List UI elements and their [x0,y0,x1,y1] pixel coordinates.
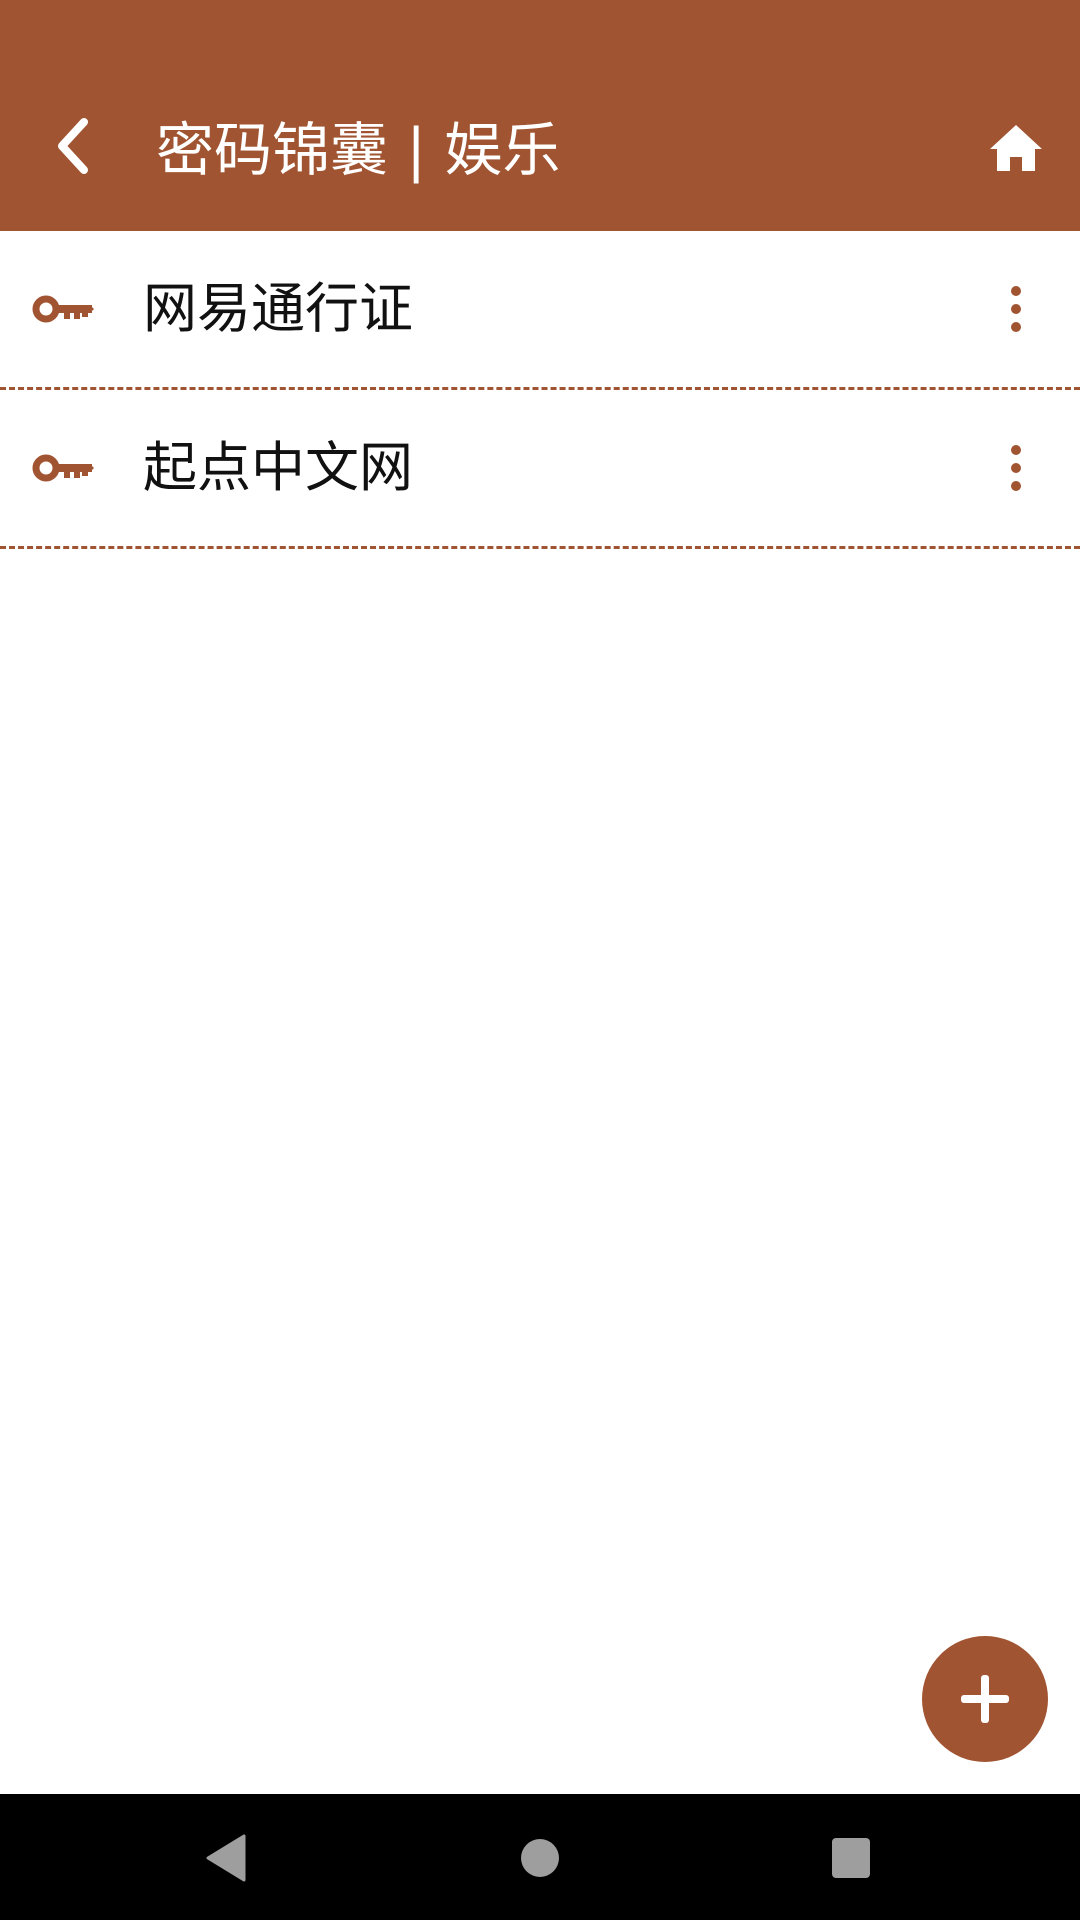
app-bar: 密码锦囊 | 娱乐 [0,0,1080,231]
back-button[interactable] [44,104,104,188]
key-icon [32,295,94,323]
triangle-back-icon[interactable] [204,1834,248,1882]
list-item[interactable]: 网易通行证 [0,231,1080,390]
password-list: 网易通行证 起点中文网 [0,231,1080,549]
more-options-button[interactable] [996,428,1036,508]
list-item[interactable]: 起点中文网 [0,390,1080,549]
square-recents-icon[interactable] [832,1838,870,1878]
more-options-button[interactable] [996,269,1036,349]
list-item-label: 网易通行证 [143,277,413,340]
plus-icon [961,1675,1009,1723]
list-item-label: 起点中文网 [143,436,413,499]
add-entry-button[interactable] [922,1636,1048,1762]
home-button[interactable] [980,112,1052,184]
more-vertical-icon [1011,445,1021,491]
key-icon [32,454,94,482]
system-nav-bar [0,1794,1080,1920]
circle-home-icon[interactable] [521,1839,559,1877]
more-vertical-icon [1011,286,1021,332]
page-title: 密码锦囊 | 娱乐 [156,116,561,184]
chevron-left-icon [58,118,88,174]
home-icon [990,125,1042,171]
